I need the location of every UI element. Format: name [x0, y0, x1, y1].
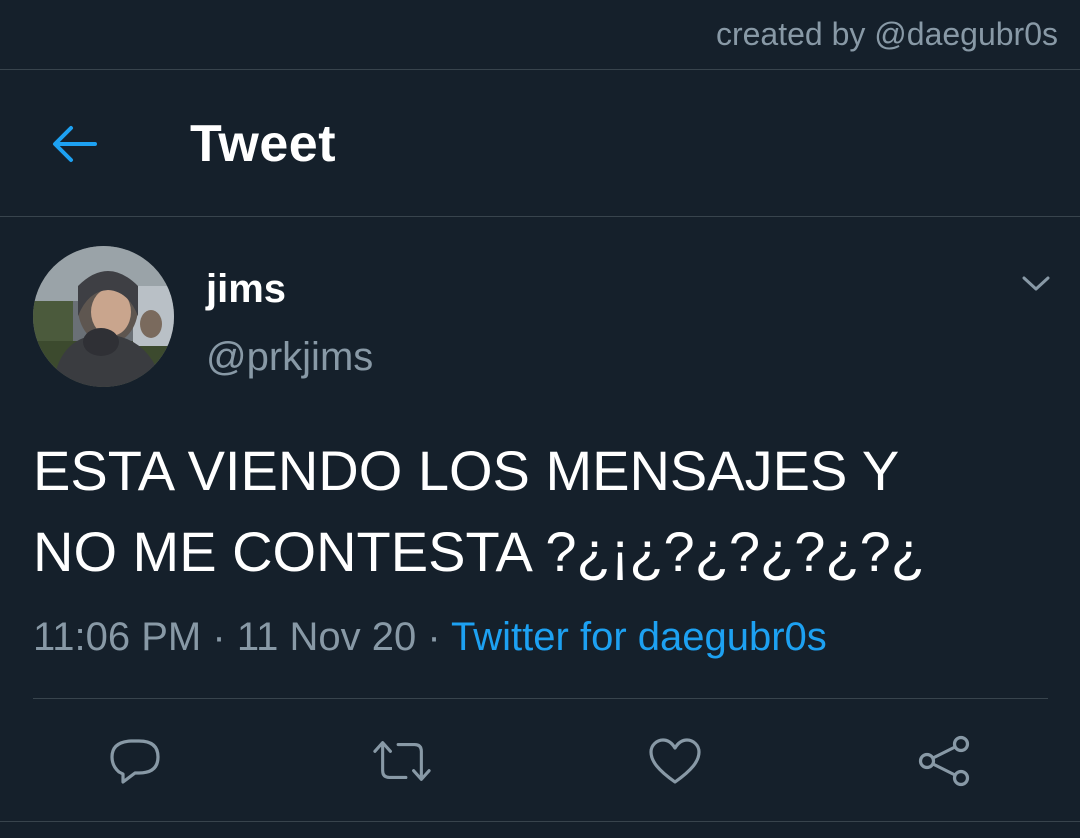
avatar[interactable] [33, 246, 174, 387]
tweet-detail: jims @prkjims ESTA VIENDO LOS MENSAJES Y… [0, 217, 1080, 838]
author-handle[interactable]: @prkjims [206, 335, 373, 380]
retweet-button[interactable] [372, 733, 432, 789]
back-button[interactable] [44, 116, 104, 172]
meta-separator: · [212, 615, 226, 659]
tweet-options-button[interactable] [1016, 269, 1056, 299]
meta-separator: · [427, 615, 441, 659]
page-title: Tweet [190, 115, 337, 173]
watermark-bar: created by @daegubr0s [0, 0, 1080, 70]
heart-icon [649, 738, 701, 784]
share-button[interactable] [914, 733, 974, 789]
divider [0, 821, 1080, 822]
tweet-date: 11 Nov 20 [236, 615, 417, 659]
avatar-photo [33, 246, 174, 387]
top-app-bar: Tweet [0, 70, 1080, 217]
tweet-actions [0, 699, 1080, 819]
chevron-down-icon [1022, 276, 1050, 291]
tweet-time: 11:06 PM [33, 615, 202, 659]
retweet-icon [373, 741, 431, 781]
like-button[interactable] [645, 733, 705, 789]
tweet-source-link[interactable]: Twitter for daegubr0s [451, 615, 827, 659]
watermark-text: created by @daegubr0s [715, 16, 1058, 52]
share-icon [918, 735, 970, 787]
tweet-metadata: 11:06 PM · 11 Nov 20 · Twitter for daegu… [33, 615, 827, 660]
reply-button[interactable] [105, 733, 165, 789]
arrow-left-icon [53, 126, 97, 162]
author-display-name[interactable]: jims [206, 267, 286, 312]
tweet-text: ESTA VIENDO LOS MENSAJES Y NO ME CONTEST… [33, 439, 925, 583]
reply-icon [110, 739, 160, 784]
